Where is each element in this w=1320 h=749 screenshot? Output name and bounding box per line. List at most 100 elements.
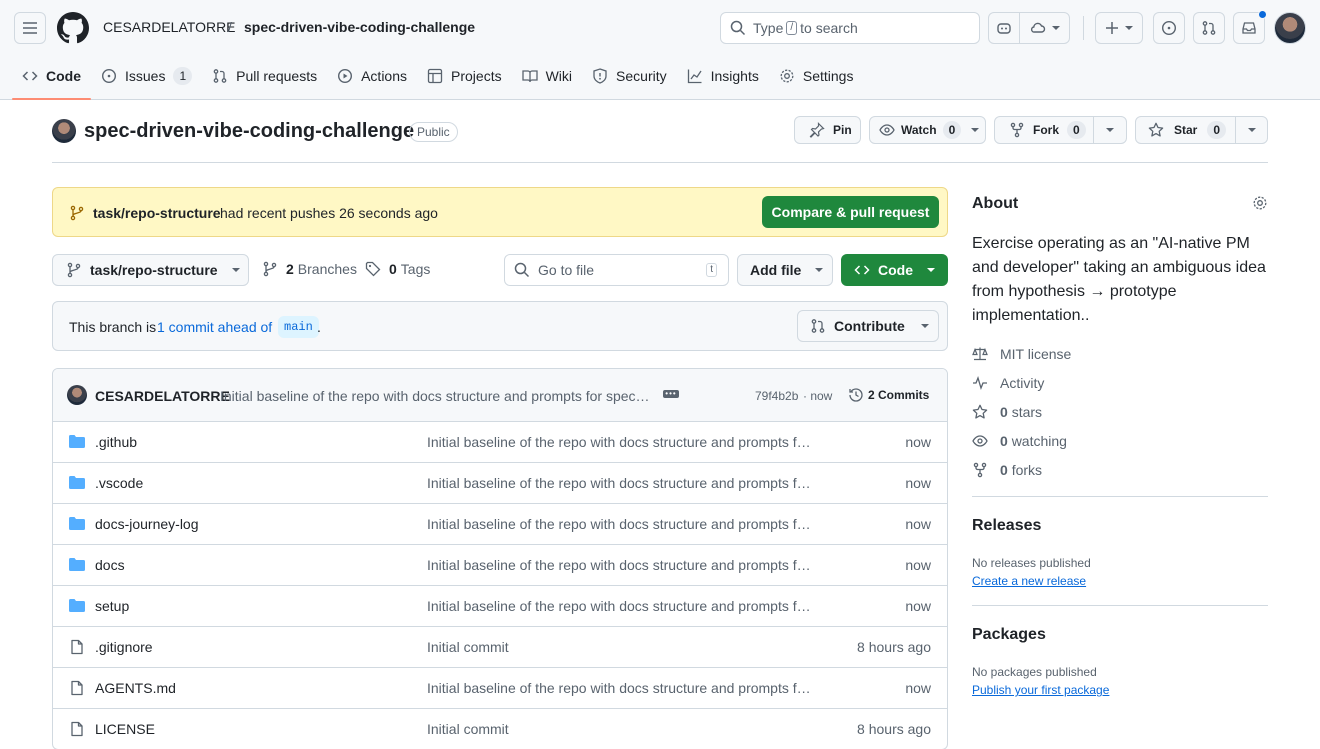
ahead-link[interactable]: 1 commit ahead of [157, 319, 272, 335]
file-name[interactable]: docs-journey-log [95, 516, 199, 532]
copilot-menu-button[interactable] [1019, 12, 1070, 44]
file-row[interactable]: setup Initial baseline of the repo with d… [53, 585, 947, 626]
table-icon [427, 68, 443, 84]
license-link[interactable]: MIT license [972, 346, 1071, 362]
branch-select-button[interactable]: task/repo-structure [52, 254, 249, 286]
file-commit-message[interactable]: Initial commit [427, 639, 509, 655]
file-row[interactable]: LICENSE Initial commit 8 hours ago [53, 708, 947, 749]
file-name[interactable]: .gitignore [95, 639, 153, 655]
file-name[interactable]: AGENTS.md [95, 680, 176, 696]
file-name[interactable]: docs [95, 557, 125, 573]
tab-projects[interactable]: Projects [417, 56, 512, 96]
tab-wiki[interactable]: Wiki [512, 56, 582, 96]
publish-package-link[interactable]: Publish your first package [972, 683, 1109, 697]
gear-icon [780, 69, 794, 83]
base-branch-label[interactable]: main [278, 316, 319, 338]
go-to-file-input[interactable]: Go to file t [504, 254, 729, 286]
fork-button[interactable]: Fork 0 [994, 116, 1094, 144]
contribute-button[interactable]: Contribute [797, 310, 939, 342]
github-logo[interactable] [57, 12, 89, 44]
add-file-label: Add file [750, 262, 802, 278]
releases-heading[interactable]: Releases [972, 517, 1041, 535]
triangle-down-icon [927, 268, 935, 272]
file-commit-message[interactable]: Initial baseline of the repo with docs s… [427, 680, 811, 696]
branches-label: Branches [297, 261, 357, 277]
user-avatar[interactable] [1274, 12, 1306, 44]
tags-link[interactable]: 0 Tags [365, 261, 430, 277]
recent-push-banner: task/repo-structure had recent pushes 26… [52, 187, 948, 237]
tab-security[interactable]: Security [582, 56, 677, 96]
menu-button[interactable] [14, 12, 46, 44]
branch-select-label: task/repo-structure [90, 262, 218, 278]
file-commit-message[interactable]: Initial baseline of the repo with docs s… [427, 516, 811, 532]
pushed-branch-name[interactable]: task/repo-structure [93, 205, 221, 221]
file-commit-message[interactable]: Initial commit [427, 721, 509, 737]
tab-label: Projects [451, 68, 502, 84]
watch-count: 0 [942, 121, 962, 139]
add-file-button[interactable]: Add file [737, 254, 833, 286]
header-divider [1083, 16, 1084, 40]
pin-button[interactable]: Pin [794, 116, 861, 144]
star-menu-button[interactable] [1235, 116, 1268, 144]
file-name[interactable]: setup [95, 598, 129, 614]
tab-settings[interactable]: Settings [769, 56, 864, 96]
file-row[interactable]: AGENTS.md Initial baseline of the repo wi… [53, 667, 947, 708]
tab-code[interactable]: Code [12, 56, 91, 100]
file-commit-message[interactable]: Initial baseline of the repo with docs s… [427, 475, 811, 491]
search-icon [514, 262, 530, 278]
watching-link[interactable]: 0 watching [972, 433, 1067, 449]
file-name[interactable]: .github [95, 434, 137, 450]
repo-nav-tabs: Code Issues 1 Pull requests Actions Proj… [12, 56, 863, 100]
activity-link[interactable]: Activity [972, 375, 1044, 391]
copilot-button[interactable] [988, 12, 1020, 44]
packages-heading[interactable]: Packages [972, 626, 1046, 644]
code-dropdown-button[interactable]: Code [841, 254, 948, 286]
create-release-link[interactable]: Create a new release [972, 574, 1086, 588]
commit-message[interactable]: Initial baseline of the repo with docs s… [220, 388, 650, 404]
tab-label: Actions [361, 68, 408, 84]
file-icon-wrap [69, 680, 85, 696]
branches-count: 2 [286, 261, 294, 277]
tab-insights[interactable]: Insights [677, 56, 769, 96]
commit-expand-button[interactable]: ••• [663, 390, 679, 398]
search-input[interactable]: Type / to search [720, 12, 980, 44]
commit-hash[interactable]: 79f4b2b [755, 389, 798, 403]
go-to-file-key: t [706, 263, 717, 277]
file-name[interactable]: LICENSE [95, 721, 155, 737]
issues-button[interactable] [1153, 12, 1185, 44]
pull-requests-button[interactable] [1193, 12, 1225, 44]
repo-owner-avatar[interactable] [52, 119, 76, 143]
create-new-button[interactable] [1095, 12, 1143, 44]
file-commit-message[interactable]: Initial baseline of the repo with docs s… [427, 598, 811, 614]
branches-link[interactable]: 2 Branches [262, 261, 357, 277]
compare-pull-request-button[interactable]: Compare & pull request [762, 196, 939, 228]
file-name[interactable]: .vscode [95, 475, 143, 491]
fork-menu-button[interactable] [1093, 116, 1127, 144]
file-commit-message[interactable]: Initial baseline of the repo with docs s… [427, 434, 811, 450]
github-mark-icon [57, 12, 89, 44]
tab-issues[interactable]: Issues 1 [91, 56, 202, 96]
file-row[interactable]: docs Initial baseline of the repo with do… [53, 544, 947, 585]
file-row[interactable]: .github Initial baseline of the repo with… [53, 421, 947, 462]
commit-author-avatar[interactable] [67, 385, 87, 405]
releases-empty: No releases published [972, 556, 1091, 570]
file-row[interactable]: docs-journey-log Initial baseline of the … [53, 503, 947, 544]
repo-link[interactable]: spec-driven-vibe-coding-challenge [244, 19, 475, 35]
watch-button[interactable]: Watch 0 [869, 116, 986, 144]
repo-name-heading[interactable]: spec-driven-vibe-coding-challenge [84, 120, 414, 143]
file-commit-message[interactable]: Initial baseline of the repo with docs s… [427, 557, 811, 573]
commits-history-link[interactable]: 2 Commits [848, 387, 929, 403]
stars-count: 0 [1000, 404, 1008, 420]
forks-link[interactable]: 0 forks [972, 462, 1042, 478]
commit-author[interactable]: CESARDELATORRE [95, 388, 230, 404]
file-row[interactable]: .vscode Initial baseline of the repo with… [53, 462, 947, 503]
owner-link[interactable]: CESARDELATORRE [103, 19, 236, 35]
search-shortcut-key: / [786, 21, 798, 35]
tab-actions[interactable]: Actions [327, 56, 417, 96]
gear-icon[interactable] [1252, 195, 1268, 211]
file-row[interactable]: .gitignore Initial commit 8 hours ago [53, 626, 947, 667]
tab-pull-requests[interactable]: Pull requests [202, 56, 327, 96]
star-button[interactable]: Star 0 [1135, 116, 1236, 144]
tab-label: Wiki [545, 68, 573, 84]
stars-link[interactable]: 0 stars [972, 404, 1042, 420]
